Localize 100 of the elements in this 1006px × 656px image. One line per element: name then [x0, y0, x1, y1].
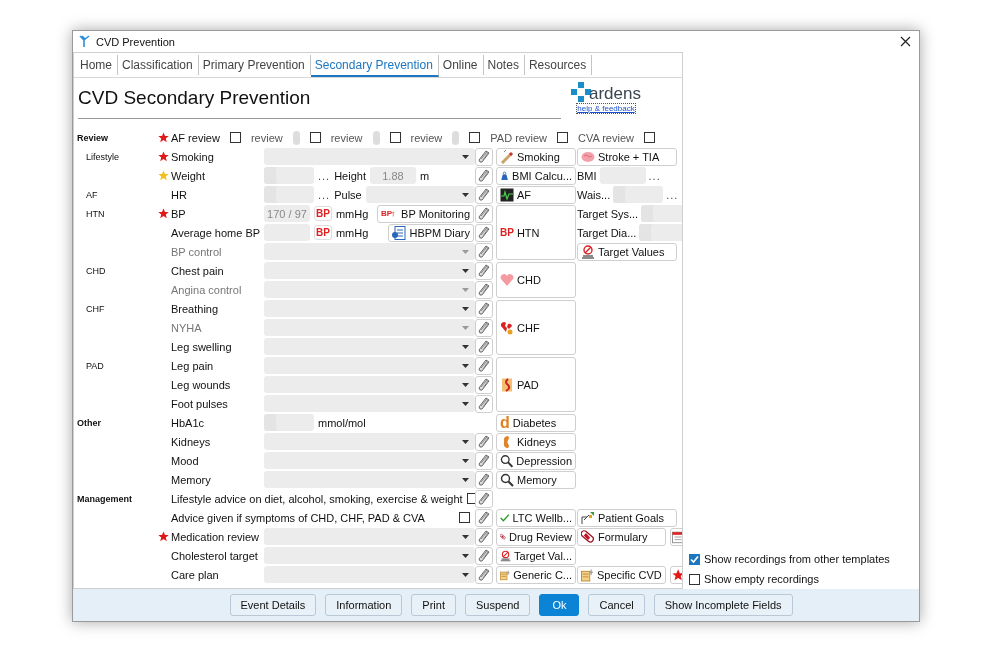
dropdown-field[interactable]: [264, 452, 475, 469]
template-button[interactable]: AF: [496, 185, 576, 204]
help-link[interactable]: help & feedback: [576, 103, 636, 114]
edit-button[interactable]: [475, 489, 493, 508]
edit-button[interactable]: [475, 261, 493, 280]
dropdown-field[interactable]: [264, 528, 475, 545]
input-field[interactable]: [599, 167, 646, 184]
template-button[interactable]: HBPM Diary: [388, 223, 474, 242]
dropdown-field[interactable]: [264, 357, 475, 374]
edit-button[interactable]: [475, 565, 493, 584]
edit-button[interactable]: [475, 147, 493, 166]
edit-button[interactable]: [475, 166, 493, 185]
dropdown-field[interactable]: [264, 338, 475, 355]
template-button[interactable]: Formulary: [577, 527, 666, 546]
tab[interactable]: Notes: [483, 55, 525, 75]
edit-button[interactable]: [475, 527, 493, 546]
app-icon: [79, 35, 90, 48]
tab[interactable]: Secondary Prevention: [310, 55, 439, 77]
ellipsis-button[interactable]: ...: [318, 188, 331, 201]
input-field[interactable]: [264, 186, 314, 203]
checkbox[interactable]: [469, 132, 481, 143]
template-button[interactable]: Stroke + TIA: [577, 147, 677, 166]
close-icon[interactable]: [900, 36, 911, 47]
edit-button[interactable]: [475, 299, 493, 318]
template-button[interactable]: PAD: [496, 357, 576, 412]
input-field[interactable]: [613, 186, 664, 203]
template-button[interactable]: CHF: [496, 300, 576, 355]
dropdown-field[interactable]: [264, 547, 475, 564]
edit-button[interactable]: [475, 204, 493, 223]
template-button[interactable]: Target Val...: [496, 546, 576, 565]
section-label: Review: [77, 132, 110, 143]
edit-button[interactable]: [475, 394, 493, 413]
checkbox[interactable]: [556, 132, 568, 143]
tab[interactable]: Primary Prevention: [198, 55, 311, 75]
checkbox[interactable]: [689, 553, 700, 565]
field-label: Leg swelling: [171, 340, 233, 353]
icon-button[interactable]: [669, 527, 682, 546]
dialog-button[interactable]: Event Details: [229, 594, 317, 616]
ellipsis-button[interactable]: ...: [648, 169, 661, 182]
template-button[interactable]: BP HTN: [496, 205, 576, 260]
edit-button[interactable]: [475, 432, 493, 451]
template-button[interactable]: Smoking: [496, 147, 576, 166]
dropdown-field[interactable]: [264, 376, 475, 393]
edit-button[interactable]: [475, 223, 493, 242]
template-button[interactable]: CHD: [496, 262, 576, 298]
checkbox[interactable]: [459, 512, 470, 523]
tab[interactable]: Classification: [118, 55, 199, 75]
template-button[interactable]: Generic C...: [496, 565, 576, 584]
dialog-button[interactable]: Ok: [539, 594, 580, 616]
checkbox[interactable]: [689, 573, 700, 585]
input-field[interactable]: [641, 205, 682, 222]
dropdown-field[interactable]: [264, 281, 475, 298]
checkbox[interactable]: [309, 132, 321, 143]
checkbox[interactable]: [229, 132, 241, 143]
input-field[interactable]: [639, 224, 682, 241]
edit-button[interactable]: [475, 356, 493, 375]
dropdown-field[interactable]: [365, 186, 475, 203]
tab[interactable]: Home: [76, 55, 118, 75]
edit-button[interactable]: [475, 185, 493, 204]
checkbox[interactable]: [389, 132, 401, 143]
logo-icon: [571, 82, 591, 102]
input-field[interactable]: [264, 414, 314, 431]
edit-button[interactable]: [475, 508, 493, 527]
edit-button[interactable]: [475, 470, 493, 489]
template-button[interactable]: Specific CVD: [577, 565, 666, 584]
dialog-button[interactable]: Suspend: [464, 594, 531, 616]
field-label: CVA review: [577, 131, 634, 144]
dialog-button[interactable]: Show Incomplete Fields: [653, 594, 793, 616]
checkbox[interactable]: [644, 132, 655, 143]
template-button[interactable]: BP BP Monitoring: [377, 204, 474, 223]
edit-button[interactable]: [475, 337, 493, 356]
template-button[interactable]: Memory: [496, 470, 576, 489]
dropdown-field[interactable]: [264, 395, 475, 412]
dropdown-field[interactable]: [264, 471, 475, 488]
dialog-button[interactable]: Cancel: [588, 594, 645, 616]
dropdown-field[interactable]: [264, 262, 475, 279]
dialog-button[interactable]: Print: [411, 594, 456, 616]
icon-button[interactable]: [669, 565, 682, 584]
edit-button[interactable]: [475, 546, 493, 565]
input-field[interactable]: [264, 167, 314, 184]
edit-button[interactable]: [475, 451, 493, 470]
template-button[interactable]: LTC Wellb...: [496, 508, 576, 527]
template-button[interactable]: Depression: [496, 451, 576, 470]
template-button[interactable]: Patient Goals: [577, 508, 677, 527]
dropdown-field[interactable]: [264, 300, 475, 317]
dropdown-field[interactable]: [264, 566, 475, 583]
ellipsis-button[interactable]: ...: [318, 169, 331, 182]
dialog-button[interactable]: Information: [325, 594, 403, 616]
template-button[interactable]: Kidneys: [496, 432, 576, 451]
dropdown-field[interactable]: [264, 433, 475, 450]
edit-button[interactable]: [475, 375, 493, 394]
template-button[interactable]: Drug Review: [496, 527, 576, 546]
template-button[interactable]: BMI Calcu...: [496, 166, 576, 185]
template-button[interactable]: d Diabetes: [496, 413, 576, 432]
dropdown-field[interactable]: [264, 319, 475, 336]
dropdown-field[interactable]: [264, 148, 475, 165]
tab[interactable]: Resources: [524, 55, 593, 75]
ellipsis-button[interactable]: ...: [666, 188, 679, 201]
dropdown-field[interactable]: [264, 243, 475, 260]
tab[interactable]: Online: [438, 55, 484, 75]
